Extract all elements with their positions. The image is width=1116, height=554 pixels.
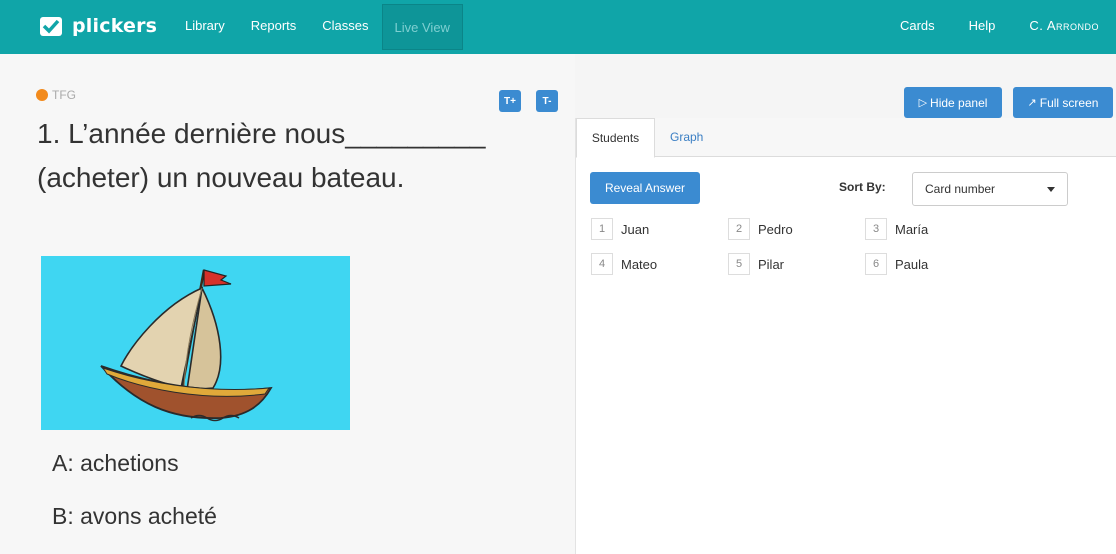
question-area: TFG T+ T- 1. L’année dernière nous______… (0, 54, 575, 554)
plickers-logo[interactable]: plickers (38, 11, 157, 41)
main-nav: Library Reports Classes Live View (172, 0, 463, 50)
set-color-dot (36, 89, 48, 101)
card-number: 2 (728, 218, 750, 240)
answer-choice-a: A: achetions (52, 450, 179, 476)
card-number: 6 (865, 253, 887, 275)
student-name: María (895, 221, 929, 237)
hide-panel-button[interactable]: ▷ Hide panel (904, 87, 1002, 118)
hide-panel-icon: ▷ (918, 97, 928, 109)
card-number: 1 (591, 218, 613, 240)
student-item[interactable]: 1 Juan (591, 218, 649, 240)
full-screen-button[interactable]: ↗ Full screen (1013, 87, 1113, 118)
account-nav: Cards Help C. Arrondo (883, 0, 1116, 50)
student-name: Pilar (758, 256, 785, 272)
student-item[interactable]: 3 María (865, 218, 928, 240)
full-screen-label: Full screen (1039, 95, 1099, 110)
student-name: Mateo (621, 256, 658, 272)
plickers-logo-icon (40, 17, 62, 36)
sort-value: Card number (925, 182, 996, 196)
student-item[interactable]: 2 Pedro (728, 218, 793, 240)
hide-panel-label: Hide panel (930, 95, 988, 110)
top-navbar: plickers Library Reports Classes Live Vi… (0, 0, 1116, 54)
set-name: TFG (52, 88, 76, 102)
nav-help[interactable]: Help (952, 0, 1013, 50)
expand-icon: ↗ (1027, 97, 1037, 109)
nav-classes[interactable]: Classes (309, 0, 381, 50)
answer-choice-b: B: avons acheté (52, 503, 217, 529)
nav-live-view[interactable]: Live View (381, 4, 463, 50)
card-number: 4 (591, 253, 613, 275)
set-tag: TFG (36, 88, 76, 102)
chevron-down-icon (1047, 187, 1055, 192)
brand-name: plickers (72, 15, 158, 37)
sort-select[interactable]: Card number (912, 172, 1068, 206)
nav-library[interactable]: Library (172, 0, 238, 50)
nav-cards[interactable]: Cards (883, 0, 952, 50)
card-number: 3 (865, 218, 887, 240)
question-text: 1. L’année dernière nous_________ (achet… (37, 118, 486, 193)
question-image (41, 256, 350, 430)
reveal-answer-button[interactable]: Reveal Answer (590, 172, 700, 204)
nav-reports[interactable]: Reports (238, 0, 310, 50)
increase-text-size-button[interactable]: T+ (499, 90, 521, 112)
card-number: 5 (728, 253, 750, 275)
student-item[interactable]: 5 Pilar (728, 253, 784, 275)
decrease-text-size-button[interactable]: T- (536, 90, 558, 112)
tab-graph[interactable]: Graph (670, 118, 703, 156)
student-item[interactable]: 6 Paula (865, 253, 928, 275)
student-name: Paula (895, 256, 929, 272)
panel-tabs: Students Graph (576, 118, 1116, 158)
nav-account[interactable]: C. Arrondo (1012, 0, 1116, 50)
sailboat-image (100, 269, 273, 422)
student-item[interactable]: 4 Mateo (591, 253, 657, 275)
tab-students[interactable]: Students (576, 118, 655, 158)
sort-by-label: Sort By: (839, 180, 886, 194)
student-name: Pedro (758, 221, 793, 237)
student-name: Juan (621, 221, 650, 237)
students-panel: Students Graph Reveal Answer Sort By: Ca… (575, 118, 1116, 554)
